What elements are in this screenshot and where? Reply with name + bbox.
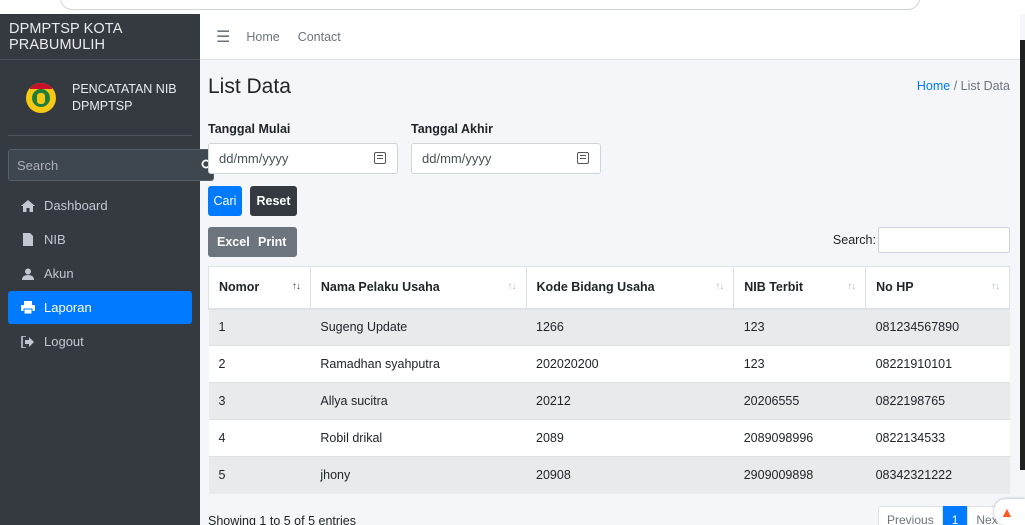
sidebar-nav: Dashboard NIB Akun Laporan Logout bbox=[8, 189, 192, 358]
cari-button[interactable]: Cari bbox=[208, 186, 242, 216]
cell-kode: 20908 bbox=[526, 456, 734, 494]
sidebar-item-akun[interactable]: Akun bbox=[8, 257, 192, 290]
user-icon bbox=[18, 268, 38, 280]
cell-nib: 2089098996 bbox=[733, 419, 866, 457]
user-panel: PENCATATAN NIB DPMPTSP bbox=[8, 60, 192, 136]
sidebar-item-label: Laporan bbox=[44, 300, 92, 315]
cell-nohp: 081234567890 bbox=[865, 308, 1010, 346]
topbar-link-home[interactable]: Home bbox=[246, 30, 279, 44]
window-edge bbox=[1020, 40, 1025, 470]
sidebar: DPMPTSP KOTA PRABUMULIH PENCATATAN NIB D… bbox=[0, 14, 214, 525]
fire-icon[interactable]: ▲ bbox=[994, 499, 1025, 525]
cell-kode: 202020200 bbox=[526, 345, 734, 383]
sidebar-search-input[interactable] bbox=[8, 149, 201, 181]
cell-kode: 20212 bbox=[526, 382, 734, 420]
print-button[interactable]: Print bbox=[253, 227, 286, 257]
start-date-label: Tanggal Mulai bbox=[208, 122, 291, 136]
logout-icon bbox=[18, 335, 38, 348]
file-icon bbox=[18, 233, 38, 246]
pagination-previous[interactable]: Previous bbox=[878, 506, 943, 525]
cell-nohp: 08342321222 bbox=[865, 456, 1010, 494]
cell-nomor: 5 bbox=[208, 456, 311, 494]
table-info: Showing 1 to 5 of 5 entries bbox=[208, 514, 357, 525]
cell-nib: 123 bbox=[733, 308, 866, 346]
sort-icon: ↑↓ bbox=[507, 281, 517, 292]
browser-strip bbox=[0, 0, 1025, 14]
cell-nib: 123 bbox=[733, 345, 866, 383]
table-row: 3 Allya sucitra 20212 20206555 082219876… bbox=[208, 382, 1010, 420]
column-header-nama[interactable]: Nama Pelaku Usaha ↑↓ bbox=[309, 266, 527, 310]
user-info[interactable]: PENCATATAN NIB DPMPTSP bbox=[72, 81, 177, 115]
table-row: 4 Robil drikal 2089 2089098996 082213453… bbox=[208, 419, 1010, 457]
cell-nama: Allya sucitra bbox=[310, 382, 527, 420]
sidebar-item-label: Akun bbox=[44, 266, 74, 281]
reset-button[interactable]: Reset bbox=[250, 186, 297, 216]
cell-nomor: 2 bbox=[208, 345, 311, 383]
sidebar-item-label: Dashboard bbox=[44, 198, 108, 213]
cell-kode: 1266 bbox=[526, 308, 734, 346]
end-date-placeholder: dd/mm/yyyy bbox=[422, 151, 492, 166]
data-table: Nomor ↑↓ Nama Pelaku Usaha ↑↓ Kode Bidang … bbox=[208, 266, 1010, 494]
cell-nib: 20206555 bbox=[733, 382, 866, 420]
column-header-kode[interactable]: Kode Bidang Usaha ↑↓ bbox=[525, 266, 735, 310]
column-header-nib[interactable]: NIB Terbit ↑↓ bbox=[733, 266, 867, 310]
sidebar-item-label: NIB bbox=[44, 232, 66, 247]
end-date-label: Tanggal Akhir bbox=[411, 122, 493, 136]
table-row: 1 Sugeng Update 1266 123 081234567890 bbox=[208, 308, 1010, 346]
sidebar-item-laporan[interactable]: Laporan bbox=[8, 291, 192, 324]
cell-nib: 2909009898 bbox=[733, 456, 866, 494]
pagination: Previous 1 Nex bbox=[878, 506, 1007, 525]
cell-kode: 2089 bbox=[526, 419, 734, 457]
breadcrumb-home[interactable]: Home bbox=[917, 79, 950, 93]
topbar-link-contact[interactable]: Contact bbox=[298, 30, 341, 44]
export-buttons: Excel Print bbox=[208, 227, 297, 257]
start-date-input[interactable]: dd/mm/yyyy bbox=[208, 143, 398, 174]
table-search-label: Search: bbox=[832, 233, 876, 247]
browser-address-bar[interactable] bbox=[60, 0, 920, 10]
cell-nama: jhony bbox=[310, 456, 527, 494]
calendar-icon[interactable] bbox=[374, 152, 386, 164]
city-logo-icon bbox=[26, 82, 56, 113]
excel-button[interactable]: Excel bbox=[208, 227, 253, 257]
topbar: ☰ Home Contact bbox=[200, 14, 1020, 60]
user-line1: PENCATATAN NIB bbox=[72, 81, 177, 96]
cell-nomor: 4 bbox=[208, 419, 311, 457]
start-date-placeholder: dd/mm/yyyy bbox=[219, 151, 289, 166]
cell-nohp: 0822198765 bbox=[865, 382, 1010, 420]
sort-icon: ↑↓ bbox=[847, 281, 856, 292]
main-content: List Data Home / List Data Tanggal Mulai… bbox=[200, 60, 1020, 525]
column-header-nomor[interactable]: Nomor ↑↓ bbox=[208, 266, 311, 310]
cell-nomor: 1 bbox=[208, 308, 311, 346]
sort-icon: ↑↓ bbox=[715, 281, 724, 292]
calendar-icon[interactable] bbox=[577, 152, 589, 164]
home-icon bbox=[18, 199, 38, 212]
cell-nama: Sugeng Update bbox=[310, 308, 527, 346]
print-icon bbox=[18, 301, 38, 314]
table-row: 5 jhony 20908 2909009898 08342321222 bbox=[208, 456, 1010, 494]
cell-nama: Ramadhan syahputra bbox=[310, 345, 527, 383]
sidebar-item-nib[interactable]: NIB bbox=[8, 223, 192, 256]
table-search-input[interactable] bbox=[878, 227, 1010, 253]
sidebar-search bbox=[8, 149, 214, 181]
column-header-nohp[interactable]: No HP ↑↓ bbox=[865, 266, 1010, 310]
brand-link[interactable]: DPMPTSP KOTA PRABUMULIH bbox=[0, 14, 200, 60]
sidebar-item-dashboard[interactable]: Dashboard bbox=[8, 189, 192, 222]
sidebar-item-logout[interactable]: Logout bbox=[8, 325, 192, 358]
user-line2: DPMPTSP bbox=[72, 98, 133, 113]
cell-nomor: 3 bbox=[208, 382, 311, 420]
breadcrumb-separator: / bbox=[953, 79, 958, 93]
sort-icon: ↑↓ bbox=[991, 281, 1000, 292]
breadcrumb: Home / List Data bbox=[917, 79, 1010, 93]
table-row: 2 Ramadhan syahputra 202020200 123 08221… bbox=[208, 345, 1010, 383]
breadcrumb-current: List Data bbox=[960, 79, 1010, 93]
end-date-input[interactable]: dd/mm/yyyy bbox=[411, 143, 601, 174]
page-title: List Data bbox=[208, 75, 291, 98]
sidebar-item-label: Logout bbox=[44, 334, 84, 349]
cell-nama: Robil drikal bbox=[310, 419, 527, 457]
menu-icon[interactable]: ☰ bbox=[216, 27, 230, 47]
cell-nohp: 08221910101 bbox=[865, 345, 1010, 383]
cell-nohp: 0822134533 bbox=[865, 419, 1010, 457]
sort-asc-icon: ↑↓ bbox=[291, 281, 301, 292]
pagination-page-1[interactable]: 1 bbox=[942, 506, 968, 525]
